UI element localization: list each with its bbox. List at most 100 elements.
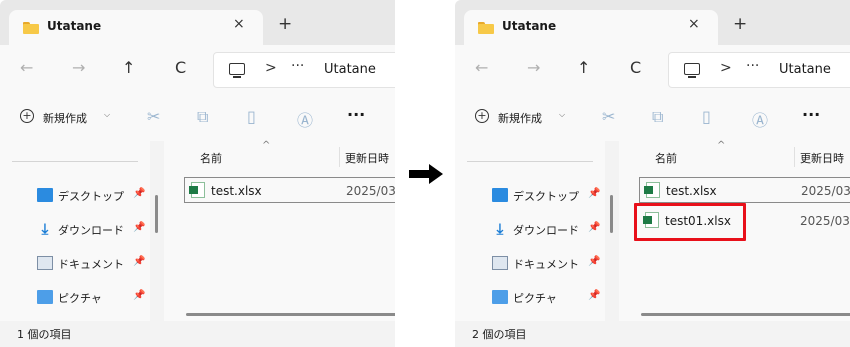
more-options-icon[interactable]: ··· (347, 105, 365, 124)
column-separator[interactable] (339, 147, 340, 167)
rename-icon[interactable]: Ⓐ (297, 107, 313, 131)
download-icon: ⤓ (41, 220, 49, 238)
close-icon[interactable]: × (233, 16, 245, 32)
copy-icon[interactable]: ⧉ (197, 107, 208, 127)
pictures-icon (492, 290, 508, 304)
file-date: 2025/03/ (800, 214, 850, 228)
sidebar-item-desktop[interactable]: デスクトップ 📌 (492, 186, 602, 206)
divider (467, 161, 593, 162)
document-icon (492, 256, 508, 270)
sidebar-item-downloads[interactable]: ⤓ ダウンロード 📌 (492, 220, 602, 240)
file-date: 2025/03/ (801, 184, 850, 198)
back-icon[interactable]: ← (20, 58, 33, 78)
pin-icon: 📌 (588, 188, 601, 199)
pin-icon: 📌 (133, 222, 146, 233)
breadcrumb-more[interactable]: ··· (291, 58, 304, 74)
file-name: test.xlsx (666, 184, 717, 198)
chevron-down-icon: ⌵ (104, 110, 111, 119)
address-bar-row: ← → ↑ C > ··· Utatane (0, 45, 395, 95)
file-row[interactable]: test.xlsx 2025/03/ (639, 177, 850, 203)
sidebar-item-label: デスクトップ (513, 190, 579, 203)
column-header-date[interactable]: 更新日時 (345, 150, 389, 166)
forward-icon[interactable]: → (527, 58, 540, 78)
up-icon[interactable]: ↑ (122, 58, 135, 78)
sidebar-item-pictures[interactable]: ピクチャ 📌 (492, 288, 602, 308)
chevron-down-icon: ⌵ (559, 110, 566, 119)
pin-icon: 📌 (133, 256, 146, 267)
download-icon: ⤓ (496, 220, 504, 238)
address-bar-row: ← → ↑ C > ··· Utatane (455, 45, 850, 95)
address-box[interactable]: > ··· Utatane (668, 52, 850, 88)
excel-file-icon (644, 182, 660, 198)
file-row[interactable]: test.xlsx 2025/03/ (184, 177, 395, 203)
sort-caret-icon: ^ (262, 140, 271, 151)
back-icon[interactable]: ← (475, 58, 488, 78)
new-button-label: 新規作成 (498, 112, 542, 125)
folder-icon (23, 22, 39, 34)
sidebar-item-label: デスクトップ (58, 190, 124, 203)
refresh-icon[interactable]: C (175, 58, 186, 78)
new-tab-icon[interactable]: + (278, 14, 292, 34)
vertical-scrollbar[interactable] (155, 195, 158, 233)
plus-circle-icon: + (475, 109, 489, 123)
copy-icon[interactable]: ⧉ (652, 107, 663, 127)
tab-strip: Utatane × + (0, 0, 395, 45)
navigation-pane: デスクトップ 📌 ⤓ ダウンロード 📌 ドキュメント 📌 ピクチャ 📌 (0, 141, 150, 321)
command-bar: + 新規作成 ⌵ ✂ ⧉ ▯ Ⓐ ··· (0, 95, 395, 142)
more-options-icon[interactable]: ··· (802, 105, 820, 124)
sidebar-item-label: ドキュメント (58, 258, 124, 271)
status-bar: 1 個の項目 (0, 321, 395, 347)
column-separator[interactable] (794, 147, 795, 167)
column-header-date[interactable]: 更新日時 (800, 150, 844, 166)
excel-file-icon (189, 182, 205, 198)
column-header-name[interactable]: 名前 (200, 150, 222, 166)
refresh-icon[interactable]: C (630, 58, 641, 78)
vertical-scrollbar[interactable] (610, 195, 613, 233)
computer-icon (229, 63, 245, 78)
address-box[interactable]: > ··· Utatane (213, 52, 395, 88)
navigation-pane: デスクトップ 📌 ⤓ ダウンロード 📌 ドキュメント 📌 ピクチャ 📌 (455, 141, 605, 321)
chevron-right-icon[interactable]: > (720, 60, 732, 76)
document-icon (37, 256, 53, 270)
breadcrumb-current[interactable]: Utatane (324, 62, 376, 77)
close-icon[interactable]: × (688, 16, 700, 32)
sidebar-item-desktop[interactable]: デスクトップ 📌 (37, 186, 147, 206)
desktop-icon (492, 188, 508, 202)
forward-icon[interactable]: → (72, 58, 85, 78)
divider (12, 161, 138, 162)
pin-icon: 📌 (133, 290, 146, 301)
paste-icon[interactable]: ▯ (247, 107, 256, 126)
up-icon[interactable]: ↑ (577, 58, 590, 78)
cut-icon[interactable]: ✂ (602, 107, 615, 126)
computer-icon (684, 63, 700, 78)
breadcrumb-current[interactable]: Utatane (779, 62, 831, 77)
column-header-name[interactable]: 名前 (655, 150, 677, 166)
horizontal-scrollbar[interactable] (641, 313, 850, 316)
sidebar-item-downloads[interactable]: ⤓ ダウンロード 📌 (37, 220, 147, 240)
rename-icon[interactable]: Ⓐ (752, 107, 768, 131)
horizontal-scrollbar[interactable] (186, 313, 395, 316)
paste-icon[interactable]: ▯ (702, 107, 711, 126)
sidebar-item-documents[interactable]: ドキュメント 📌 (37, 254, 147, 274)
breadcrumb-more[interactable]: ··· (746, 58, 759, 74)
file-name: test.xlsx (211, 184, 262, 198)
new-button-label: 新規作成 (43, 112, 87, 125)
tab-strip: Utatane × + (455, 0, 850, 45)
chevron-right-icon[interactable]: > (265, 60, 277, 76)
tab-utatane[interactable]: Utatane × (9, 10, 263, 45)
cut-icon[interactable]: ✂ (147, 107, 160, 126)
pin-icon: 📌 (588, 290, 601, 301)
pin-icon: 📌 (133, 188, 146, 199)
status-bar: 2 個の項目 (455, 321, 850, 347)
sidebar-item-pictures[interactable]: ピクチャ 📌 (37, 288, 147, 308)
sidebar-item-label: ピクチャ (513, 292, 557, 305)
explorer-window-after: Utatane × + ← → ↑ C > ··· Utatane + 新規作成… (455, 0, 850, 347)
tab-utatane[interactable]: Utatane × (464, 10, 718, 45)
pin-icon: 📌 (588, 256, 601, 267)
item-count: 1 個の項目 (17, 328, 72, 341)
new-tab-icon[interactable]: + (733, 14, 747, 34)
sidebar-item-label: ダウンロード (513, 224, 579, 237)
sidebar-item-label: ダウンロード (58, 224, 124, 237)
sidebar-item-documents[interactable]: ドキュメント 📌 (492, 254, 602, 274)
desktop-icon (37, 188, 53, 202)
